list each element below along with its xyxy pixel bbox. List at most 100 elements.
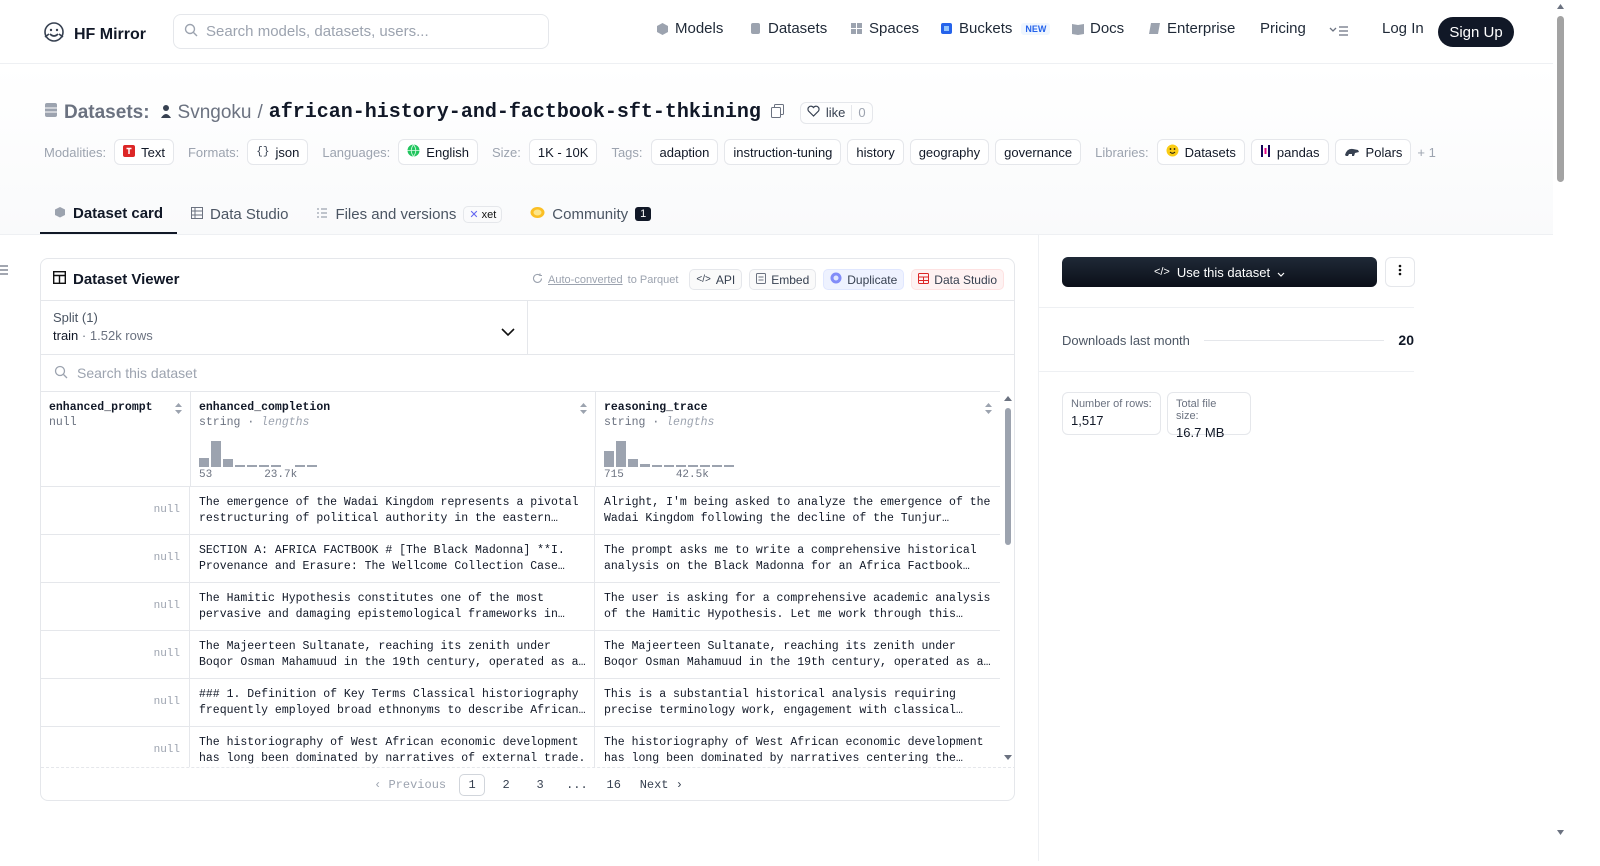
histogram-bar[interactable] [688, 465, 698, 467]
login-link[interactable]: Log In [1382, 20, 1424, 37]
histogram-bar[interactable] [676, 465, 686, 467]
datasets-breadcrumb[interactable]: Datasets: [64, 102, 150, 124]
brand-logo[interactable]: HF Mirror [42, 20, 146, 49]
histogram-bar[interactable] [640, 464, 650, 467]
cell-reasoning-trace[interactable]: The prompt asks me to write a comprehens… [604, 543, 992, 575]
tab-files-and-versions[interactable]: Files and versions ✕ xet [302, 194, 516, 234]
viewer-search[interactable] [41, 354, 1014, 391]
table-scrollbar[interactable] [1000, 391, 1014, 766]
tag-governance[interactable]: governance [995, 139, 1082, 165]
next-page-button[interactable]: Next › [635, 774, 688, 796]
more-libraries-link[interactable]: + 1 [1417, 145, 1435, 160]
tag-geography[interactable]: geography [909, 139, 990, 165]
cell-reasoning-trace[interactable]: The user is asking for a comprehensive a… [604, 591, 992, 623]
cell-reasoning-trace[interactable]: This is a substantial historical analysi… [604, 687, 992, 719]
nav-buckets[interactable]: Buckets NEW [940, 20, 1051, 37]
table-row[interactable]: null The emergence of the Wadai Kingdom … [41, 487, 1000, 535]
nav-spaces[interactable]: Spaces [850, 20, 919, 37]
global-search[interactable] [173, 14, 549, 49]
cell-enhanced-completion[interactable]: SECTION A: AFRICA FACTBOOK # [The Black … [199, 543, 586, 575]
page-2-button[interactable]: 2 [493, 774, 519, 796]
page-3-button[interactable]: 3 [527, 774, 553, 796]
cell-enhanced-completion[interactable]: The Hamitic Hypothesis constitutes one o… [199, 591, 586, 623]
more-options-button[interactable] [1385, 257, 1415, 287]
histogram-bar[interactable] [724, 465, 734, 467]
table-row[interactable]: null The Hamitic Hypothesis constitutes … [41, 583, 1000, 631]
table-row[interactable]: null ### 1. Definition of Key Terms Clas… [41, 679, 1000, 727]
sign-up-button[interactable]: Sign Up [1438, 17, 1514, 47]
histogram-bar[interactable] [235, 465, 245, 467]
tag-modality-text[interactable]: Text [114, 139, 174, 165]
api-button[interactable]: </> API [689, 269, 743, 290]
tab-dataset-card[interactable]: Dataset card [40, 194, 178, 234]
duplicate-button[interactable]: Duplicate [823, 269, 905, 290]
tag-instruction-tuning[interactable]: instruction-tuning [724, 139, 842, 165]
histogram-bar[interactable] [307, 465, 317, 467]
repo-owner-link[interactable]: Svngoku [178, 102, 252, 124]
column-header-enhanced-completion[interactable]: enhanced_completion string · lengths 53 2… [191, 392, 596, 487]
column-header-enhanced-prompt[interactable]: enhanced_prompt null [41, 392, 191, 487]
nav-pricing[interactable]: Pricing [1260, 20, 1306, 37]
split-selector[interactable]: Split (1) train · 1.52k rows [41, 300, 528, 354]
sort-icon[interactable] [984, 402, 993, 419]
tab-community[interactable]: Community 1 [516, 194, 665, 234]
previous-page-button[interactable]: ‹ Previous [369, 774, 451, 796]
cell-reasoning-trace[interactable]: The Majeerteen Sultanate, reaching its z… [604, 639, 992, 671]
histogram-bar[interactable] [700, 465, 710, 467]
nav-docs[interactable]: Docs [1071, 20, 1124, 37]
collapse-sidebar-icon[interactable] [0, 263, 9, 281]
histogram-bar[interactable] [295, 465, 305, 467]
nav-enterprise[interactable]: Enterprise [1148, 20, 1235, 37]
tag-history[interactable]: history [847, 139, 904, 165]
cell-enhanced-completion[interactable]: The emergence of the Wadai Kingdom repre… [199, 495, 586, 527]
table-row[interactable]: null The Majeerteen Sultanate, reaching … [41, 631, 1000, 679]
embed-button[interactable]: Embed [749, 269, 817, 290]
viewer-search-input[interactable] [77, 365, 477, 381]
histogram-bar[interactable] [211, 441, 221, 467]
repo-name-link[interactable]: african-history-and-factbook-sft-thkinin… [269, 101, 761, 124]
table-row[interactable]: null SECTION A: AFRICA FACTBOOK # [The B… [41, 535, 1000, 583]
nav-models[interactable]: Models [656, 20, 723, 37]
cell-enhanced-completion[interactable]: The historiography of West African econo… [199, 735, 586, 767]
sort-icon[interactable] [174, 402, 183, 419]
table-row[interactable]: null The historiography of West African … [41, 727, 1000, 767]
column-header-reasoning-trace[interactable]: reasoning_trace string · lengths 715 42.5… [596, 392, 1000, 487]
cell-enhanced-completion[interactable]: The Majeerteen Sultanate, reaching its z… [199, 639, 586, 671]
page-16-button[interactable]: 16 [601, 774, 627, 796]
auto-converted-link[interactable]: Auto-converted [548, 274, 623, 286]
nav-more-menu[interactable] [1329, 24, 1349, 41]
cell-enhanced-completion[interactable]: ### 1. Definition of Key Terms Classical… [199, 687, 586, 719]
cell-reasoning-trace[interactable]: The historiography of West African econo… [604, 735, 992, 767]
histogram-bar[interactable] [604, 451, 614, 467]
histogram-bar[interactable] [271, 465, 281, 467]
like-button[interactable]: like 0 [799, 101, 873, 124]
tag-format-json[interactable]: {} json [247, 139, 309, 165]
tag-language-english[interactable]: English [398, 139, 478, 165]
page-1-button[interactable]: 1 [459, 774, 486, 796]
histogram-bar[interactable] [652, 465, 662, 467]
sort-icon[interactable] [579, 402, 588, 419]
histogram-bar[interactable] [247, 465, 257, 467]
histogram-bar[interactable] [712, 465, 722, 467]
tag-library-pandas[interactable]: pandas [1250, 139, 1329, 165]
global-search-input[interactable] [206, 23, 526, 40]
length-histogram[interactable] [199, 440, 317, 467]
nav-datasets[interactable]: Datasets [749, 20, 827, 37]
histogram-bar[interactable] [616, 441, 626, 467]
histogram-bar[interactable] [199, 457, 209, 467]
use-this-dataset-button[interactable]: </> Use this dataset [1062, 257, 1377, 287]
histogram-bar[interactable] [664, 465, 674, 467]
cell-reasoning-trace[interactable]: Alright, I'm being asked to analyze the … [604, 495, 992, 527]
histogram-bar[interactable] [223, 459, 233, 467]
tab-data-studio[interactable]: Data Studio [177, 194, 302, 234]
copy-icon[interactable] [770, 102, 784, 124]
histogram-bar[interactable] [259, 465, 269, 467]
histogram-bar[interactable] [628, 459, 638, 467]
tag-library-polars[interactable]: Polars [1334, 139, 1412, 165]
tag-library-datasets[interactable]: Datasets [1156, 139, 1245, 165]
data-studio-button[interactable]: Data Studio [911, 269, 1004, 290]
length-histogram[interactable] [604, 440, 734, 467]
page-scrollbar[interactable] [1553, 0, 1568, 861]
tag-size[interactable]: 1K - 10K [528, 139, 598, 165]
tag-adaption[interactable]: adaption [650, 139, 719, 165]
